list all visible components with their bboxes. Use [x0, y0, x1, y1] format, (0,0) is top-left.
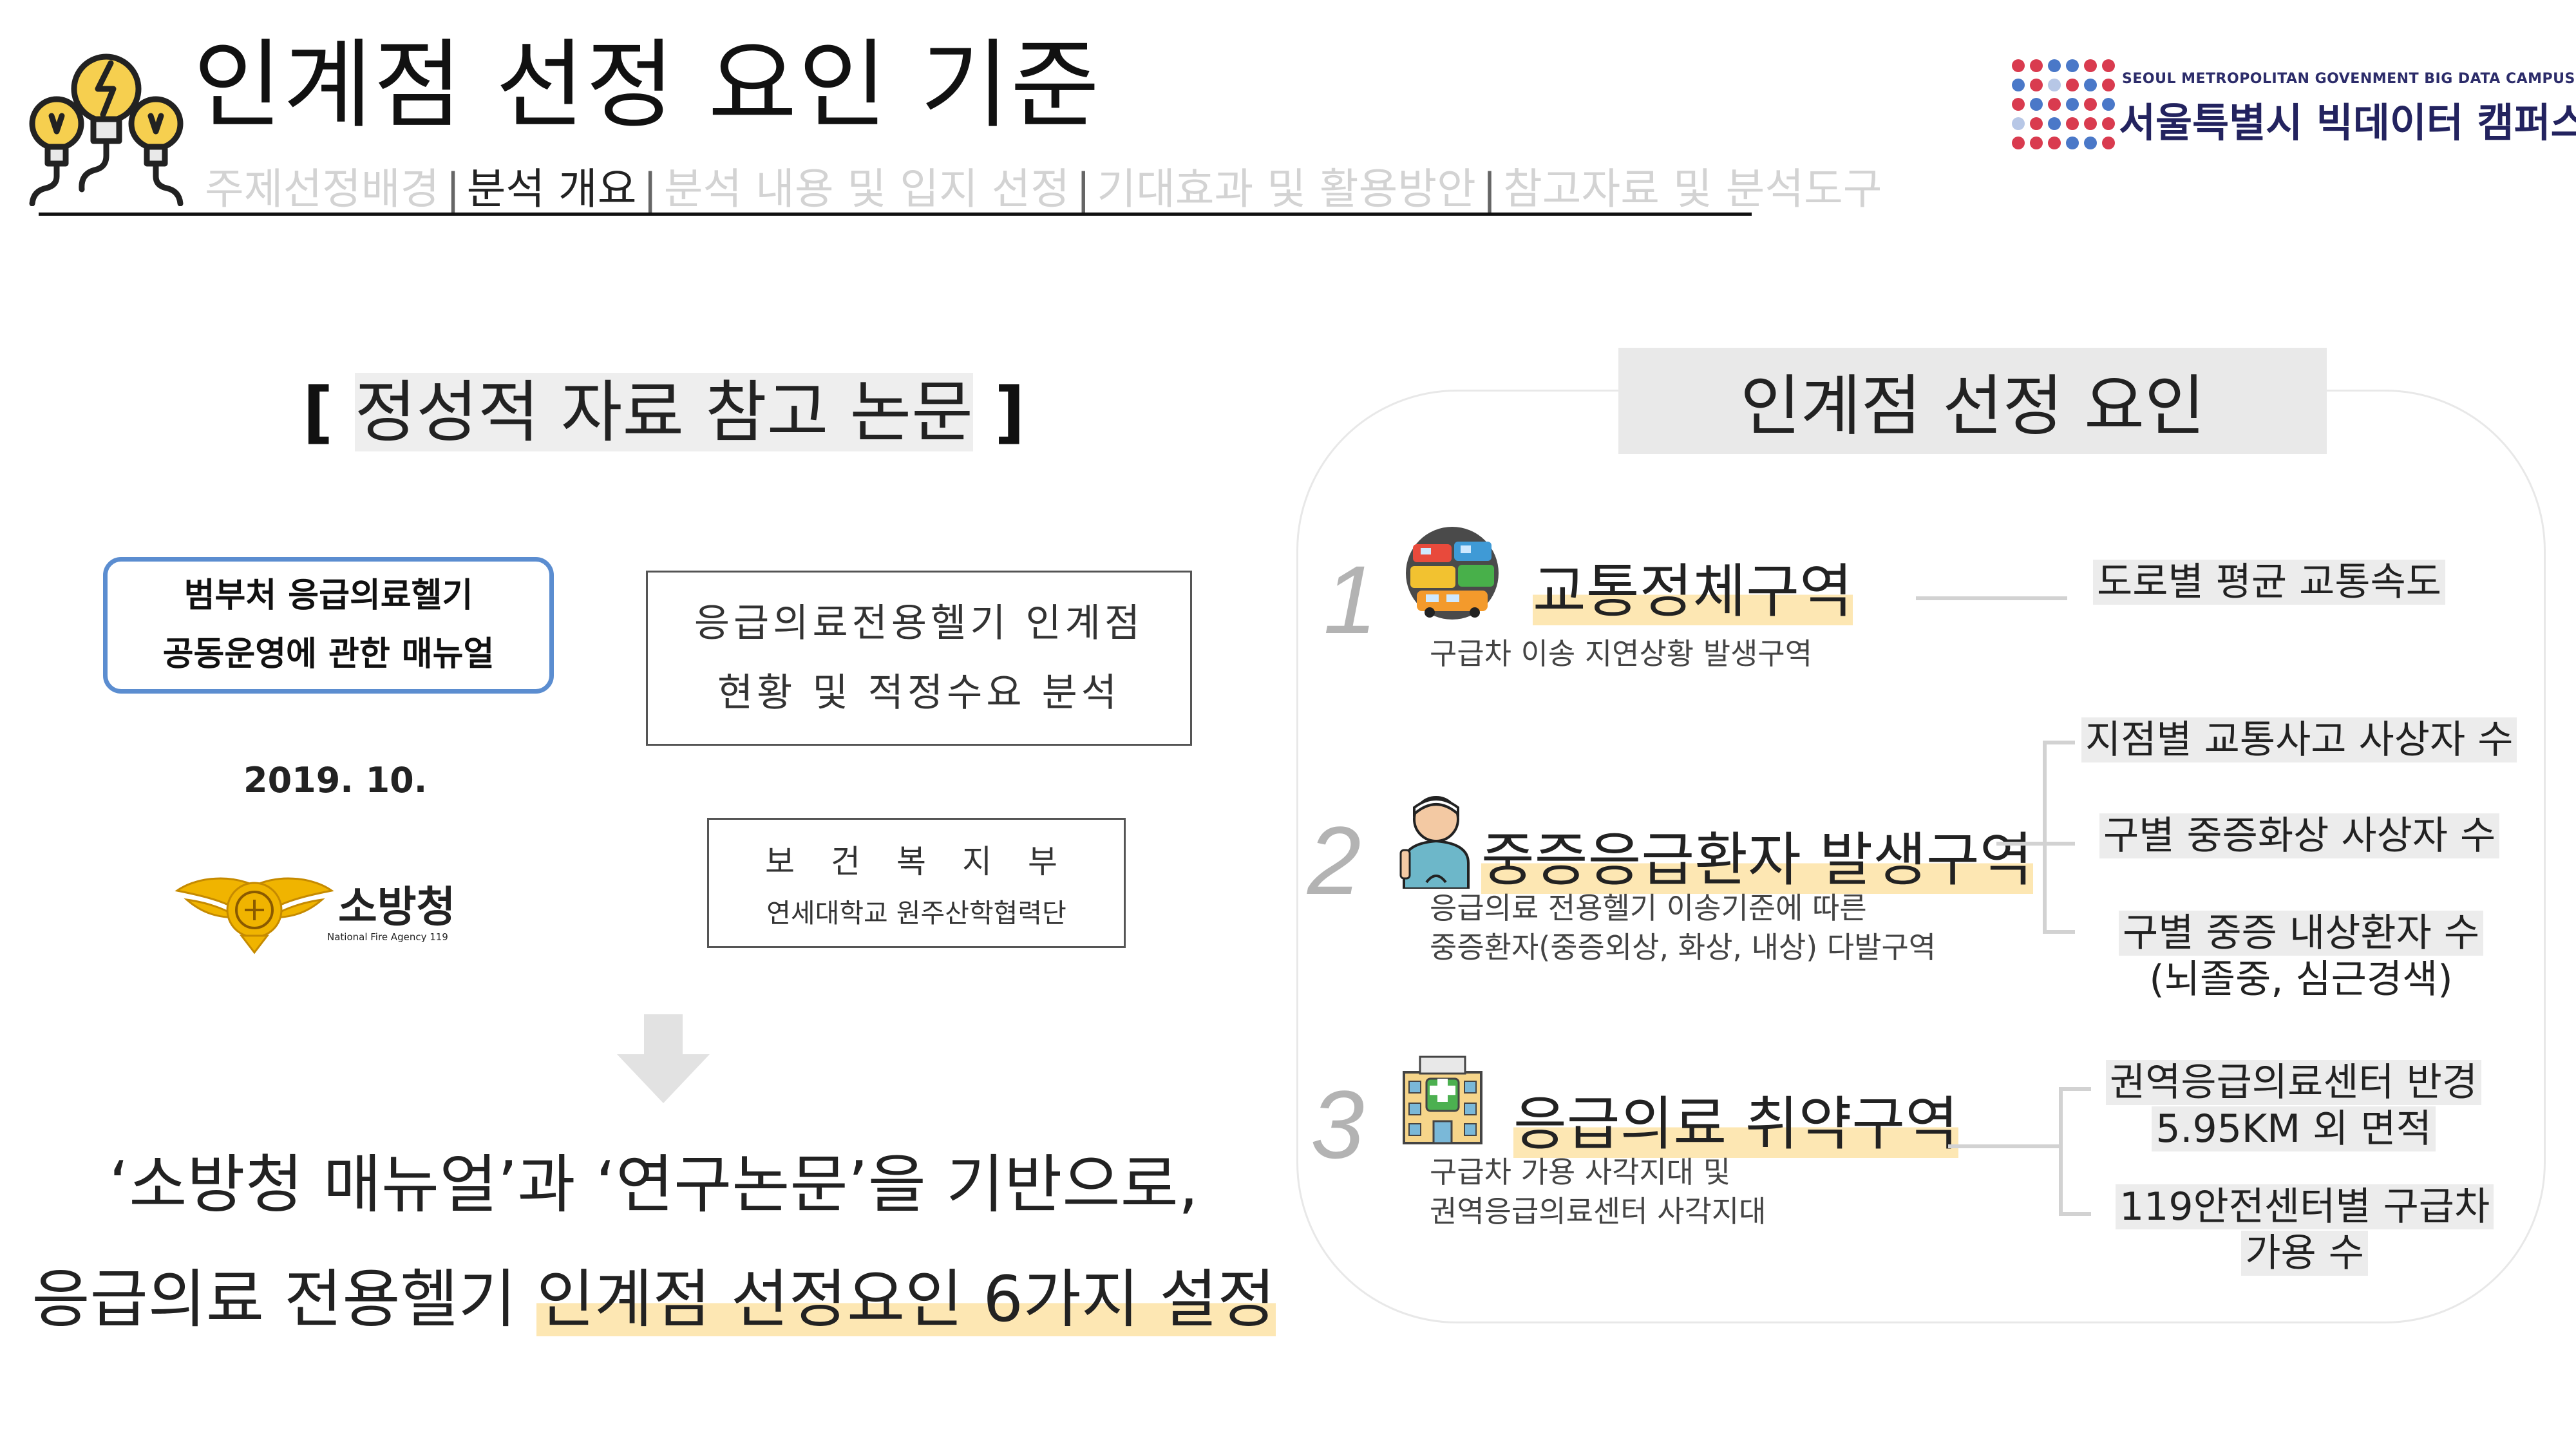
logo-dot — [2030, 79, 2043, 91]
fire-agency-emblem-icon — [175, 877, 334, 954]
logo-dot — [2048, 98, 2061, 111]
header-divider — [39, 213, 1752, 216]
logo-dot — [2084, 117, 2097, 130]
nav-item-background[interactable]: 주제선정배경 — [205, 164, 439, 214]
logo-dot — [2084, 59, 2097, 72]
logo-dot — [2102, 59, 2115, 72]
manual-date: 2019. 10. — [243, 760, 428, 800]
connector-bracket-3 — [2059, 1087, 2063, 1216]
logo-dot — [2012, 59, 2025, 72]
connector-line-2 — [1996, 842, 2045, 846]
logo-dot — [2084, 79, 2097, 91]
nav-separator: | — [643, 164, 658, 214]
logo-dot — [2066, 79, 2079, 91]
logo-dot — [2030, 137, 2043, 149]
logo-dot — [2066, 98, 2079, 111]
nav-item-references[interactable]: 참고자료 및 분석도구 — [1503, 164, 1882, 214]
logo-dot — [2012, 98, 2025, 111]
left-section-heading: [ 정성적 자료 참고 논문 ] — [303, 357, 1025, 455]
logo-dot — [2048, 117, 2061, 130]
fire-agency-english-name: National Fire Agency 119 — [327, 931, 448, 943]
conclusion-text: 응급의료 전용헬기 — [32, 1263, 536, 1336]
conclusion-line2: 응급의료 전용헬기 인계점 선정요인 6가지 설정 — [0, 1248, 1307, 1340]
logo-dot — [2030, 117, 2043, 130]
nav-separator: | — [446, 164, 460, 214]
fire-agency-name: 소방청 — [338, 882, 456, 932]
logo-dot — [2030, 59, 2043, 72]
factor-number-3: 3 — [1311, 1070, 1365, 1179]
manual-reference-box: 범부처 응급의료헬기 공동운영에 관한 매뉴얼 — [103, 557, 554, 694]
logo-dot — [2048, 79, 2061, 91]
logo-dot — [2084, 98, 2097, 111]
logo-english-text: SEOUL METROPOLITAN GOVENMENT BIG DATA CA… — [2122, 71, 2575, 87]
paper-ministry: 보건복지부 — [765, 843, 1094, 880]
connector-tick — [2059, 1087, 2091, 1091]
logo-dot — [2066, 137, 2079, 149]
traffic-jam-icon — [1406, 527, 1499, 620]
connector-line-1 — [1916, 596, 2067, 600]
factor-title-2: 중증응급환자 발생구역 — [1481, 826, 2033, 894]
arrow-down-icon — [617, 1014, 710, 1103]
conclusion-highlight: 인계점 선정요인 6가지 설정 — [536, 1263, 1276, 1336]
section-nav: 주제선정배경 | 분석 개요 | 분석 내용 및 입지 선정 | 기대효과 및 활용방안 | 참… — [205, 155, 1882, 216]
factor-desc-1: 구급차 이송 지연상황 발생구역 — [1430, 636, 1813, 671]
factor-desc-2: 응급의료 전용헬기 이송기준에 따른 중증환자(중증외상, 화상, 내상) 다발… — [1430, 891, 1937, 965]
nav-item-overview[interactable]: 분석 개요 — [467, 164, 637, 214]
factor-panel-title: 인계점 선정 요인 — [1618, 348, 2327, 454]
indicator-ambulance-availability: 119안전센터별 구급차 가용 수 — [2116, 1184, 2494, 1276]
logo-dot — [2048, 137, 2061, 149]
nav-item-effects[interactable]: 기대효과 및 활용방안 — [1097, 164, 1475, 214]
logo-dot — [2084, 137, 2097, 149]
bracket-close: ] — [994, 373, 1025, 451]
connector-tick — [2043, 930, 2075, 934]
research-paper-box: 응급의료전용헬기 인계점 현황 및 적정수요 분석 — [646, 571, 1192, 746]
hospital-icon — [1403, 1056, 1482, 1144]
logo-dot — [2102, 137, 2115, 149]
conclusion-line1: ‘소방청 매뉴얼’과 ‘연구논문’을 기반으로, — [109, 1148, 1198, 1222]
logo-dot — [2102, 79, 2115, 91]
paper-title-line1: 응급의료전용헬기 인계점 — [694, 601, 1144, 646]
nav-separator: | — [1482, 164, 1497, 214]
factor-number-2: 2 — [1307, 806, 1361, 914]
manual-title-line2: 공동운영에 관한 매뉴얼 — [162, 635, 495, 674]
logo-dot — [2102, 98, 2115, 111]
indicator-accident-casualties: 지점별 교통사고 사상자 수 — [2081, 717, 2517, 763]
indicator-traffic-speed: 도로별 평균 교통속도 — [2093, 559, 2445, 605]
manual-title-line1: 범부처 응급의료헬기 — [184, 576, 473, 615]
paper-publisher-box: 보건복지부 연세대학교 원주산학협력단 — [707, 818, 1126, 948]
logo-dot — [2030, 98, 2043, 111]
logo-dot — [2012, 137, 2025, 149]
factor-title-3: 응급의료 취약구역 — [1513, 1090, 1959, 1158]
factor-title-1: 교통정체구역 — [1533, 558, 1853, 625]
left-heading-text: 정성적 자료 참고 논문 — [354, 373, 973, 451]
logo-dot — [2012, 79, 2025, 91]
logo-dot — [2048, 59, 2061, 72]
logo-dot — [2066, 59, 2079, 72]
connector-tick — [2059, 1212, 2091, 1216]
patient-icon — [1399, 796, 1470, 889]
indicator-emergency-center-radius: 권역응급의료센터 반경 5.95KM 외 면적 — [2106, 1059, 2482, 1152]
lightbulb-icon — [29, 53, 184, 206]
nav-item-analysis[interactable]: 분석 내용 및 입지 선정 — [664, 164, 1070, 214]
nav-separator: | — [1076, 164, 1091, 214]
paper-university: 연세대학교 원주산학협력단 — [766, 898, 1066, 929]
paper-title-line2: 현황 및 적정수요 분석 — [717, 670, 1121, 715]
connector-bracket-2 — [2043, 741, 2047, 934]
factor-number-1: 1 — [1323, 545, 1378, 654]
logo-dot — [2012, 117, 2025, 130]
indicator-burn-casualties: 구별 중증화상 사상자 수 — [2099, 813, 2500, 859]
page-title: 인계점 선정 요인 기준 — [193, 30, 1101, 142]
connector-line-3 — [1948, 1144, 2061, 1148]
bracket-open: [ — [303, 373, 334, 451]
connector-tick — [2043, 842, 2075, 846]
logo-korean-text: 서울특별시 빅데이터 캠퍼스 — [2119, 99, 2576, 146]
logo-dot — [2066, 117, 2079, 130]
logo-dot — [2102, 117, 2115, 130]
connector-tick — [2043, 741, 2075, 744]
indicator-internal-patients: 구별 중증 내상환자 수 (뇌졸중, 심근경색) — [2119, 910, 2484, 1003]
factor-desc-3: 구급차 가용 사각지대 및 권역응급의료센터 사각지대 — [1430, 1155, 1766, 1229]
